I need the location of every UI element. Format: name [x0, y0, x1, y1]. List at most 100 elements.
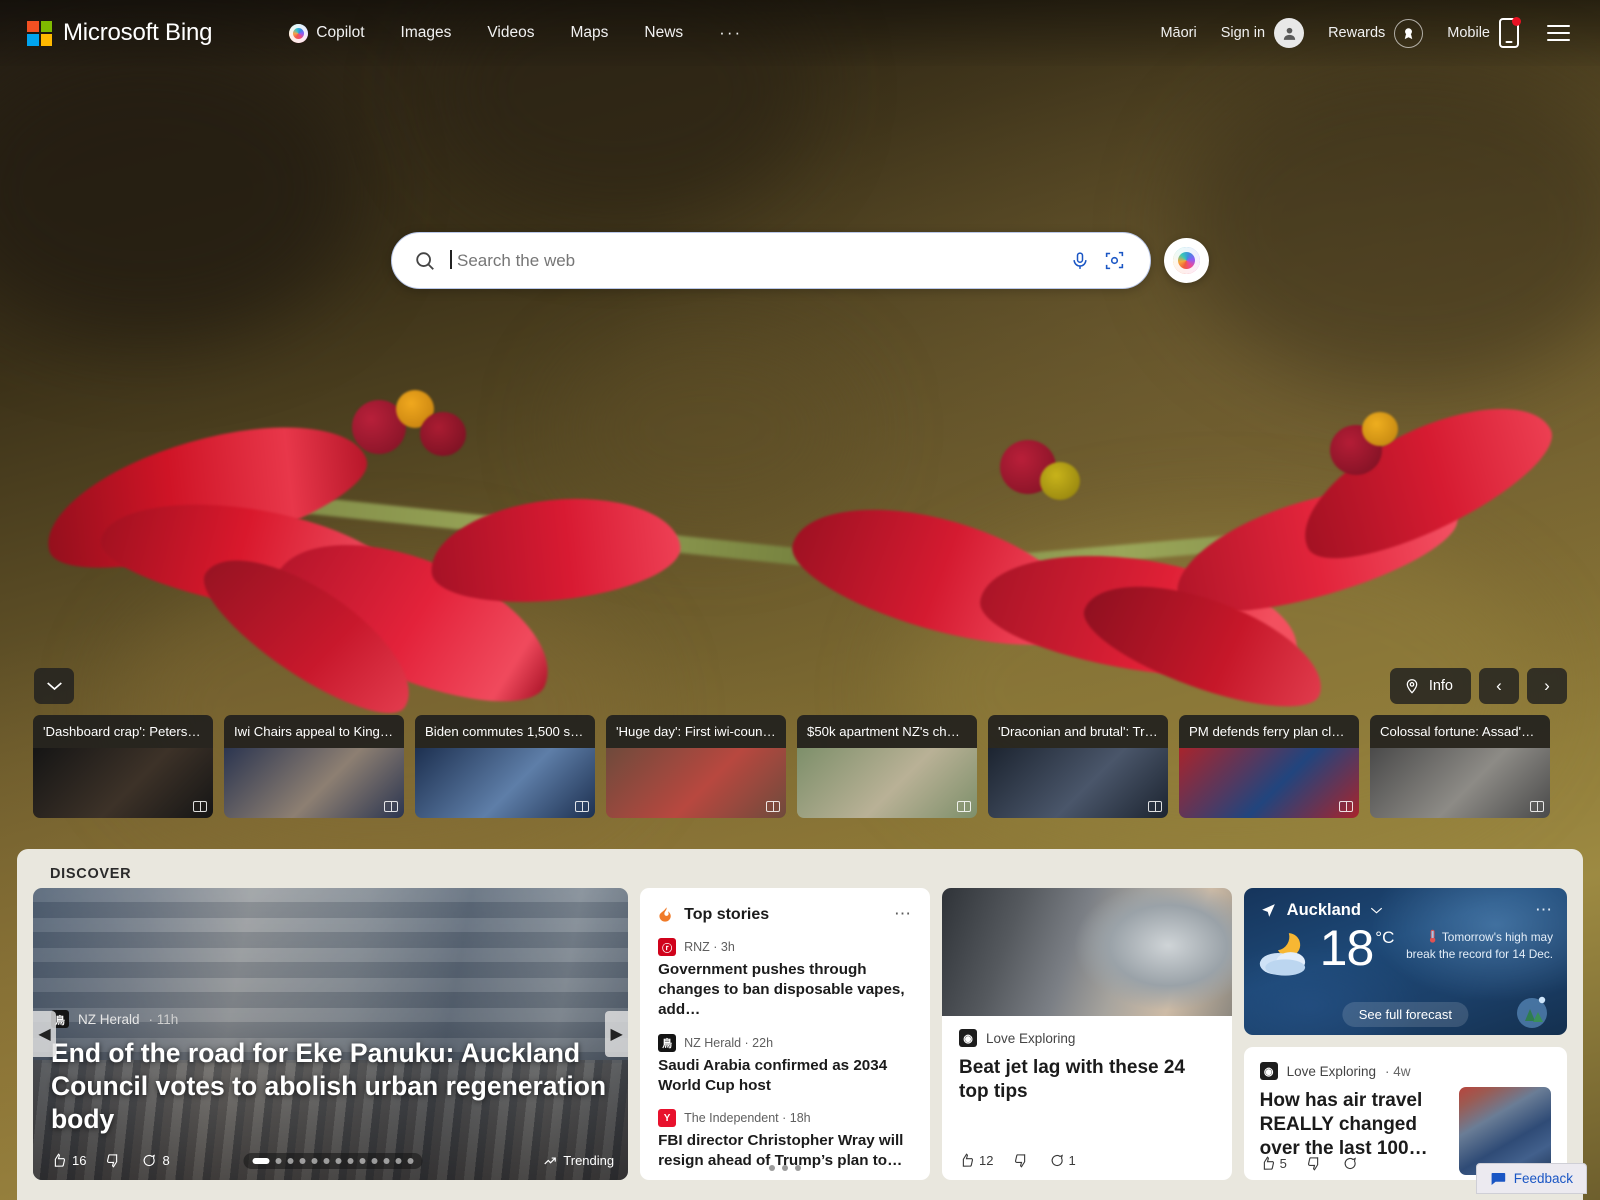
feedback-button[interactable]: Feedback — [1475, 1163, 1587, 1194]
dislike-button[interactable] — [106, 1153, 121, 1168]
weather-header: Auckland ⋯ — [1244, 888, 1567, 920]
hero-prev-button[interactable]: ◀ — [33, 1011, 56, 1057]
carousel-dot[interactable] — [371, 1157, 378, 1164]
news-card-thumbnail — [33, 748, 213, 818]
bing-logo[interactable]: Microsoft Bing — [27, 19, 212, 47]
visual-search-icon[interactable] — [1097, 250, 1132, 271]
news-card[interactable]: PM defends ferry plan clai… — [1179, 715, 1359, 818]
thumbs-up-icon — [54, 1153, 66, 1167]
microphone-icon[interactable] — [1063, 251, 1097, 271]
airtravel-article-card[interactable]: ◉ Love Exploring · 4w How has air travel… — [1243, 1047, 1567, 1180]
info-label: Info — [1428, 678, 1453, 694]
hero-carousel-dots[interactable] — [243, 1152, 423, 1169]
hero-article-card[interactable]: ◀ ▶ 鳥 NZ Herald · 11h End of the road fo… — [33, 888, 629, 1180]
language-selector[interactable]: Māori — [1148, 19, 1208, 47]
carousel-dot[interactable] — [252, 1157, 270, 1164]
weather-card[interactable]: Auckland ⋯ 18 °C Tomorrow's high may bre… — [1243, 888, 1567, 1035]
carousel-dot[interactable] — [359, 1157, 366, 1164]
top-story-source: The Independent · 18h — [684, 1111, 811, 1126]
carousel-dot[interactable] — [299, 1157, 306, 1164]
airtravel-article-title: How has air travel REALLY changed over t… — [1259, 1090, 1428, 1160]
hero-article-title: End of the road for Eke Panuku: Auckland… — [51, 1038, 607, 1135]
carousel-dot[interactable] — [275, 1157, 282, 1164]
news-card[interactable]: $50k apartment NZ's chea… — [797, 715, 977, 818]
search-input[interactable]: Search the web — [391, 232, 1151, 289]
news-card-thumbnail — [1370, 748, 1550, 818]
sign-in-button[interactable]: Sign in — [1209, 12, 1316, 54]
carousel-dot[interactable] — [407, 1157, 414, 1164]
top-story-item[interactable]: 鳥 NZ Herald · 22h Saudi Arabia confirmed a… — [658, 1033, 912, 1096]
top-story-meta: Y The Independent · 18h — [658, 1109, 912, 1128]
hero-next-button[interactable]: ▶ — [605, 1011, 629, 1057]
hero-source-time: · 11h — [148, 1011, 179, 1027]
copilot-button[interactable] — [1164, 238, 1209, 283]
source-logo: ◉ — [1259, 1062, 1278, 1080]
background-image-controls: Info ‹ › — [1389, 668, 1567, 704]
next-image-button[interactable]: › — [1527, 668, 1567, 704]
chevron-down-icon[interactable] — [1370, 906, 1383, 915]
hero-source-name: NZ Herald — [78, 1011, 140, 1027]
carousel-dot[interactable] — [347, 1157, 354, 1164]
nav-item-images[interactable]: Images — [396, 18, 457, 48]
like-button[interactable]: 5 — [1260, 1156, 1287, 1171]
top-stories-menu-icon[interactable]: ⋯ — [894, 905, 912, 922]
dislike-button[interactable] — [1307, 1156, 1322, 1171]
nav-item-more[interactable]: ··· — [714, 17, 747, 49]
news-source-badge-icon — [575, 801, 589, 812]
weather-menu-icon[interactable]: ⋯ — [1535, 901, 1553, 918]
previous-image-button[interactable]: ‹ — [1479, 668, 1519, 704]
like-count: 5 — [1279, 1156, 1287, 1171]
hero-article-footer: 16 8 Trending — [51, 1152, 614, 1169]
search-area: Search the web — [0, 232, 1600, 289]
source-logo: ⓡ — [658, 938, 677, 956]
top-story-item[interactable]: Y The Independent · 18h FBI director Chris… — [658, 1109, 912, 1171]
news-card[interactable]: Colossal fortune: Assad's … — [1370, 715, 1550, 818]
source-logo: ◉ — [959, 1029, 978, 1047]
top-story-source: NZ Herald · 22h — [684, 1035, 774, 1050]
thumbs-down-icon — [107, 1154, 118, 1168]
see-full-forecast-button[interactable]: See full forecast — [1342, 1002, 1468, 1027]
mobile-phone-icon — [1499, 17, 1521, 48]
news-card[interactable]: 'Huge day': First iwi-counc… — [606, 715, 786, 818]
news-carousel: 'Dashboard crap': Peters s… Iwi Chairs ap… — [33, 715, 1567, 818]
news-source-badge-icon — [1148, 801, 1162, 812]
jetlag-article-card[interactable]: ◉ Love Exploring Beat jet lag with these… — [942, 888, 1232, 1180]
news-card-thumbnail — [797, 748, 977, 818]
news-source-badge-icon — [384, 801, 398, 812]
nav-item-news[interactable]: News — [639, 18, 688, 48]
carousel-dot[interactable] — [311, 1157, 318, 1164]
top-story-item[interactable]: ⓡ RNZ · 3h Government pushes through chang… — [658, 938, 912, 1021]
news-card[interactable]: 'Dashboard crap': Peters s… — [33, 715, 213, 818]
top-stories-dots[interactable] — [769, 1165, 802, 1171]
weather-unit: °C — [1375, 928, 1395, 947]
nav-item-maps[interactable]: Maps — [565, 18, 613, 48]
carousel-dot[interactable] — [335, 1157, 342, 1164]
like-button[interactable]: 12 — [959, 1153, 994, 1168]
nav-item-copilot[interactable]: Copilot — [284, 18, 369, 49]
news-card-thumbnail — [1179, 748, 1359, 818]
carousel-dot[interactable] — [395, 1157, 402, 1164]
carousel-dot[interactable] — [323, 1157, 330, 1164]
nav-item-videos[interactable]: Videos — [482, 18, 539, 48]
comment-button[interactable] — [1342, 1156, 1357, 1171]
comment-button[interactable]: 1 — [1049, 1153, 1076, 1168]
news-card[interactable]: Iwi Chairs appeal to King … — [224, 715, 404, 818]
rewards-button[interactable]: Rewards — [1316, 13, 1435, 54]
notification-dot — [1512, 17, 1521, 26]
dislike-button[interactable] — [1014, 1153, 1029, 1168]
news-source-badge-icon — [766, 801, 780, 812]
like-button[interactable]: 16 — [51, 1153, 86, 1168]
hamburger-menu-icon[interactable] — [1537, 17, 1580, 49]
image-info-button[interactable]: Info — [1389, 668, 1471, 704]
top-stories-list: ⓡ RNZ · 3h Government pushes through chang… — [658, 938, 912, 1172]
mobile-button[interactable]: Mobile — [1435, 12, 1531, 54]
scroll-down-button[interactable] — [34, 668, 74, 704]
news-card[interactable]: Biden commutes 1,500 se… — [415, 715, 595, 818]
news-card-thumbnail — [988, 748, 1168, 818]
comment-button[interactable]: 8 — [141, 1153, 170, 1168]
news-card[interactable]: 'Draconian and brutal': Tru… — [988, 715, 1168, 818]
top-stories-title: Top stories — [684, 905, 770, 923]
carousel-dot[interactable] — [287, 1157, 294, 1164]
source-logo: 鳥 — [658, 1033, 677, 1052]
carousel-dot[interactable] — [383, 1157, 390, 1164]
